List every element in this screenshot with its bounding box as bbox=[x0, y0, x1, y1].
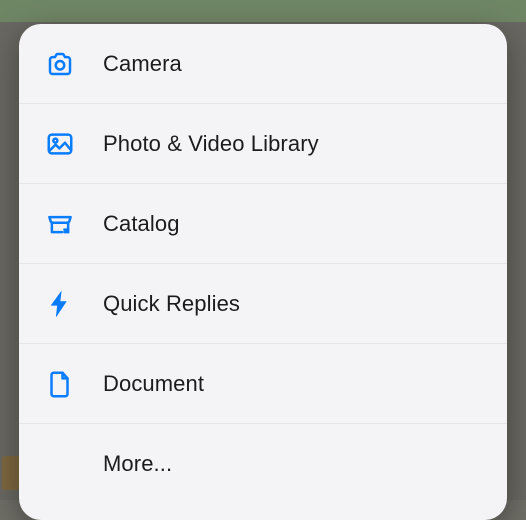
menu-item-quick-replies[interactable]: Quick Replies bbox=[19, 263, 507, 343]
menu-item-catalog[interactable]: Catalog bbox=[19, 183, 507, 263]
camera-icon bbox=[45, 49, 103, 79]
more-icon bbox=[45, 449, 103, 479]
photo-icon bbox=[45, 129, 103, 159]
menu-item-label: Catalog bbox=[103, 211, 180, 237]
lightning-icon bbox=[45, 289, 103, 319]
catalog-icon bbox=[45, 209, 103, 239]
menu-item-camera[interactable]: Camera bbox=[19, 24, 507, 103]
attachment-action-sheet: Camera Photo & Video Library Catalog bbox=[19, 24, 507, 520]
menu-item-document[interactable]: Document bbox=[19, 343, 507, 423]
menu-item-label: Document bbox=[103, 371, 204, 397]
menu-item-photo-video-library[interactable]: Photo & Video Library bbox=[19, 103, 507, 183]
menu-item-label: Camera bbox=[103, 51, 182, 77]
document-icon bbox=[45, 369, 103, 399]
attachment-menu: Camera Photo & Video Library Catalog bbox=[19, 24, 507, 503]
menu-item-label: Quick Replies bbox=[103, 291, 240, 317]
menu-item-label: More... bbox=[103, 451, 172, 477]
menu-item-more[interactable]: More... bbox=[19, 423, 507, 503]
menu-item-label: Photo & Video Library bbox=[103, 131, 319, 157]
